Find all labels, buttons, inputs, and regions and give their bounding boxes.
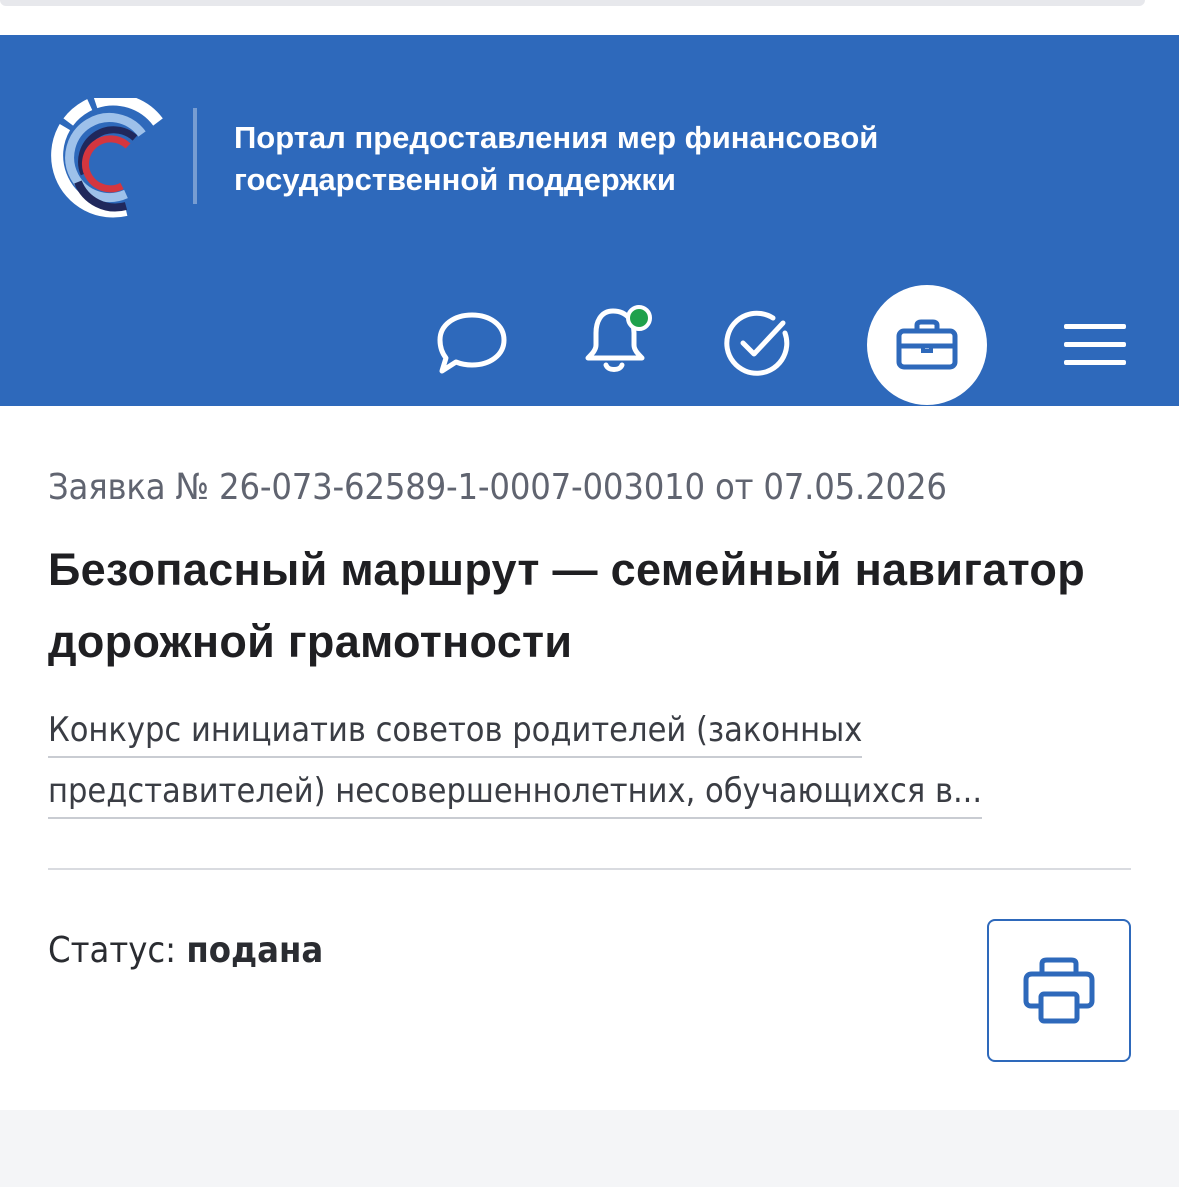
application-number: Заявка № 26-073-62589-1-0007-003010 от 0… bbox=[48, 467, 947, 508]
menu-button[interactable] bbox=[1058, 315, 1132, 375]
status-label: Статус: bbox=[48, 930, 177, 971]
briefcase-icon bbox=[896, 319, 958, 370]
logo-icon[interactable] bbox=[46, 93, 170, 218]
notifications-button[interactable] bbox=[576, 297, 658, 379]
bell-icon bbox=[585, 305, 652, 372]
portal-header: Портал предоставления мер финансовой гос… bbox=[0, 35, 1179, 406]
top-strip bbox=[0, 0, 1179, 35]
logo-divider bbox=[193, 108, 197, 204]
print-button[interactable] bbox=[987, 919, 1131, 1062]
menu-icon bbox=[1064, 324, 1126, 365]
printer-icon bbox=[1023, 957, 1095, 1023]
cabinet-button[interactable] bbox=[867, 285, 987, 405]
portal-title[interactable]: Портал предоставления мер финансовой гос… bbox=[234, 117, 1014, 201]
contest-link-line-1[interactable]: Конкурс инициатив советов родителей (зак… bbox=[48, 710, 863, 758]
application-card: Заявка № 26-073-62589-1-0007-003010 от 0… bbox=[0, 406, 1179, 1110]
contest-link-line-2[interactable]: представителей) несовершеннолетних, обуч… bbox=[48, 771, 983, 819]
tasks-button[interactable] bbox=[717, 303, 797, 383]
contest-link[interactable]: Конкурс инициатив советов родителей (зак… bbox=[48, 700, 1138, 822]
status-row: Статус: подана bbox=[48, 926, 323, 976]
chat-button[interactable] bbox=[432, 303, 512, 379]
project-title: Безопасный маршрут — семейный навигатор … bbox=[48, 544, 1085, 667]
search-bar-edge bbox=[0, 0, 1145, 6]
chat-icon bbox=[437, 312, 507, 374]
status-value: подана bbox=[186, 930, 324, 971]
check-circle-icon bbox=[724, 310, 790, 376]
section-divider bbox=[48, 868, 1131, 870]
